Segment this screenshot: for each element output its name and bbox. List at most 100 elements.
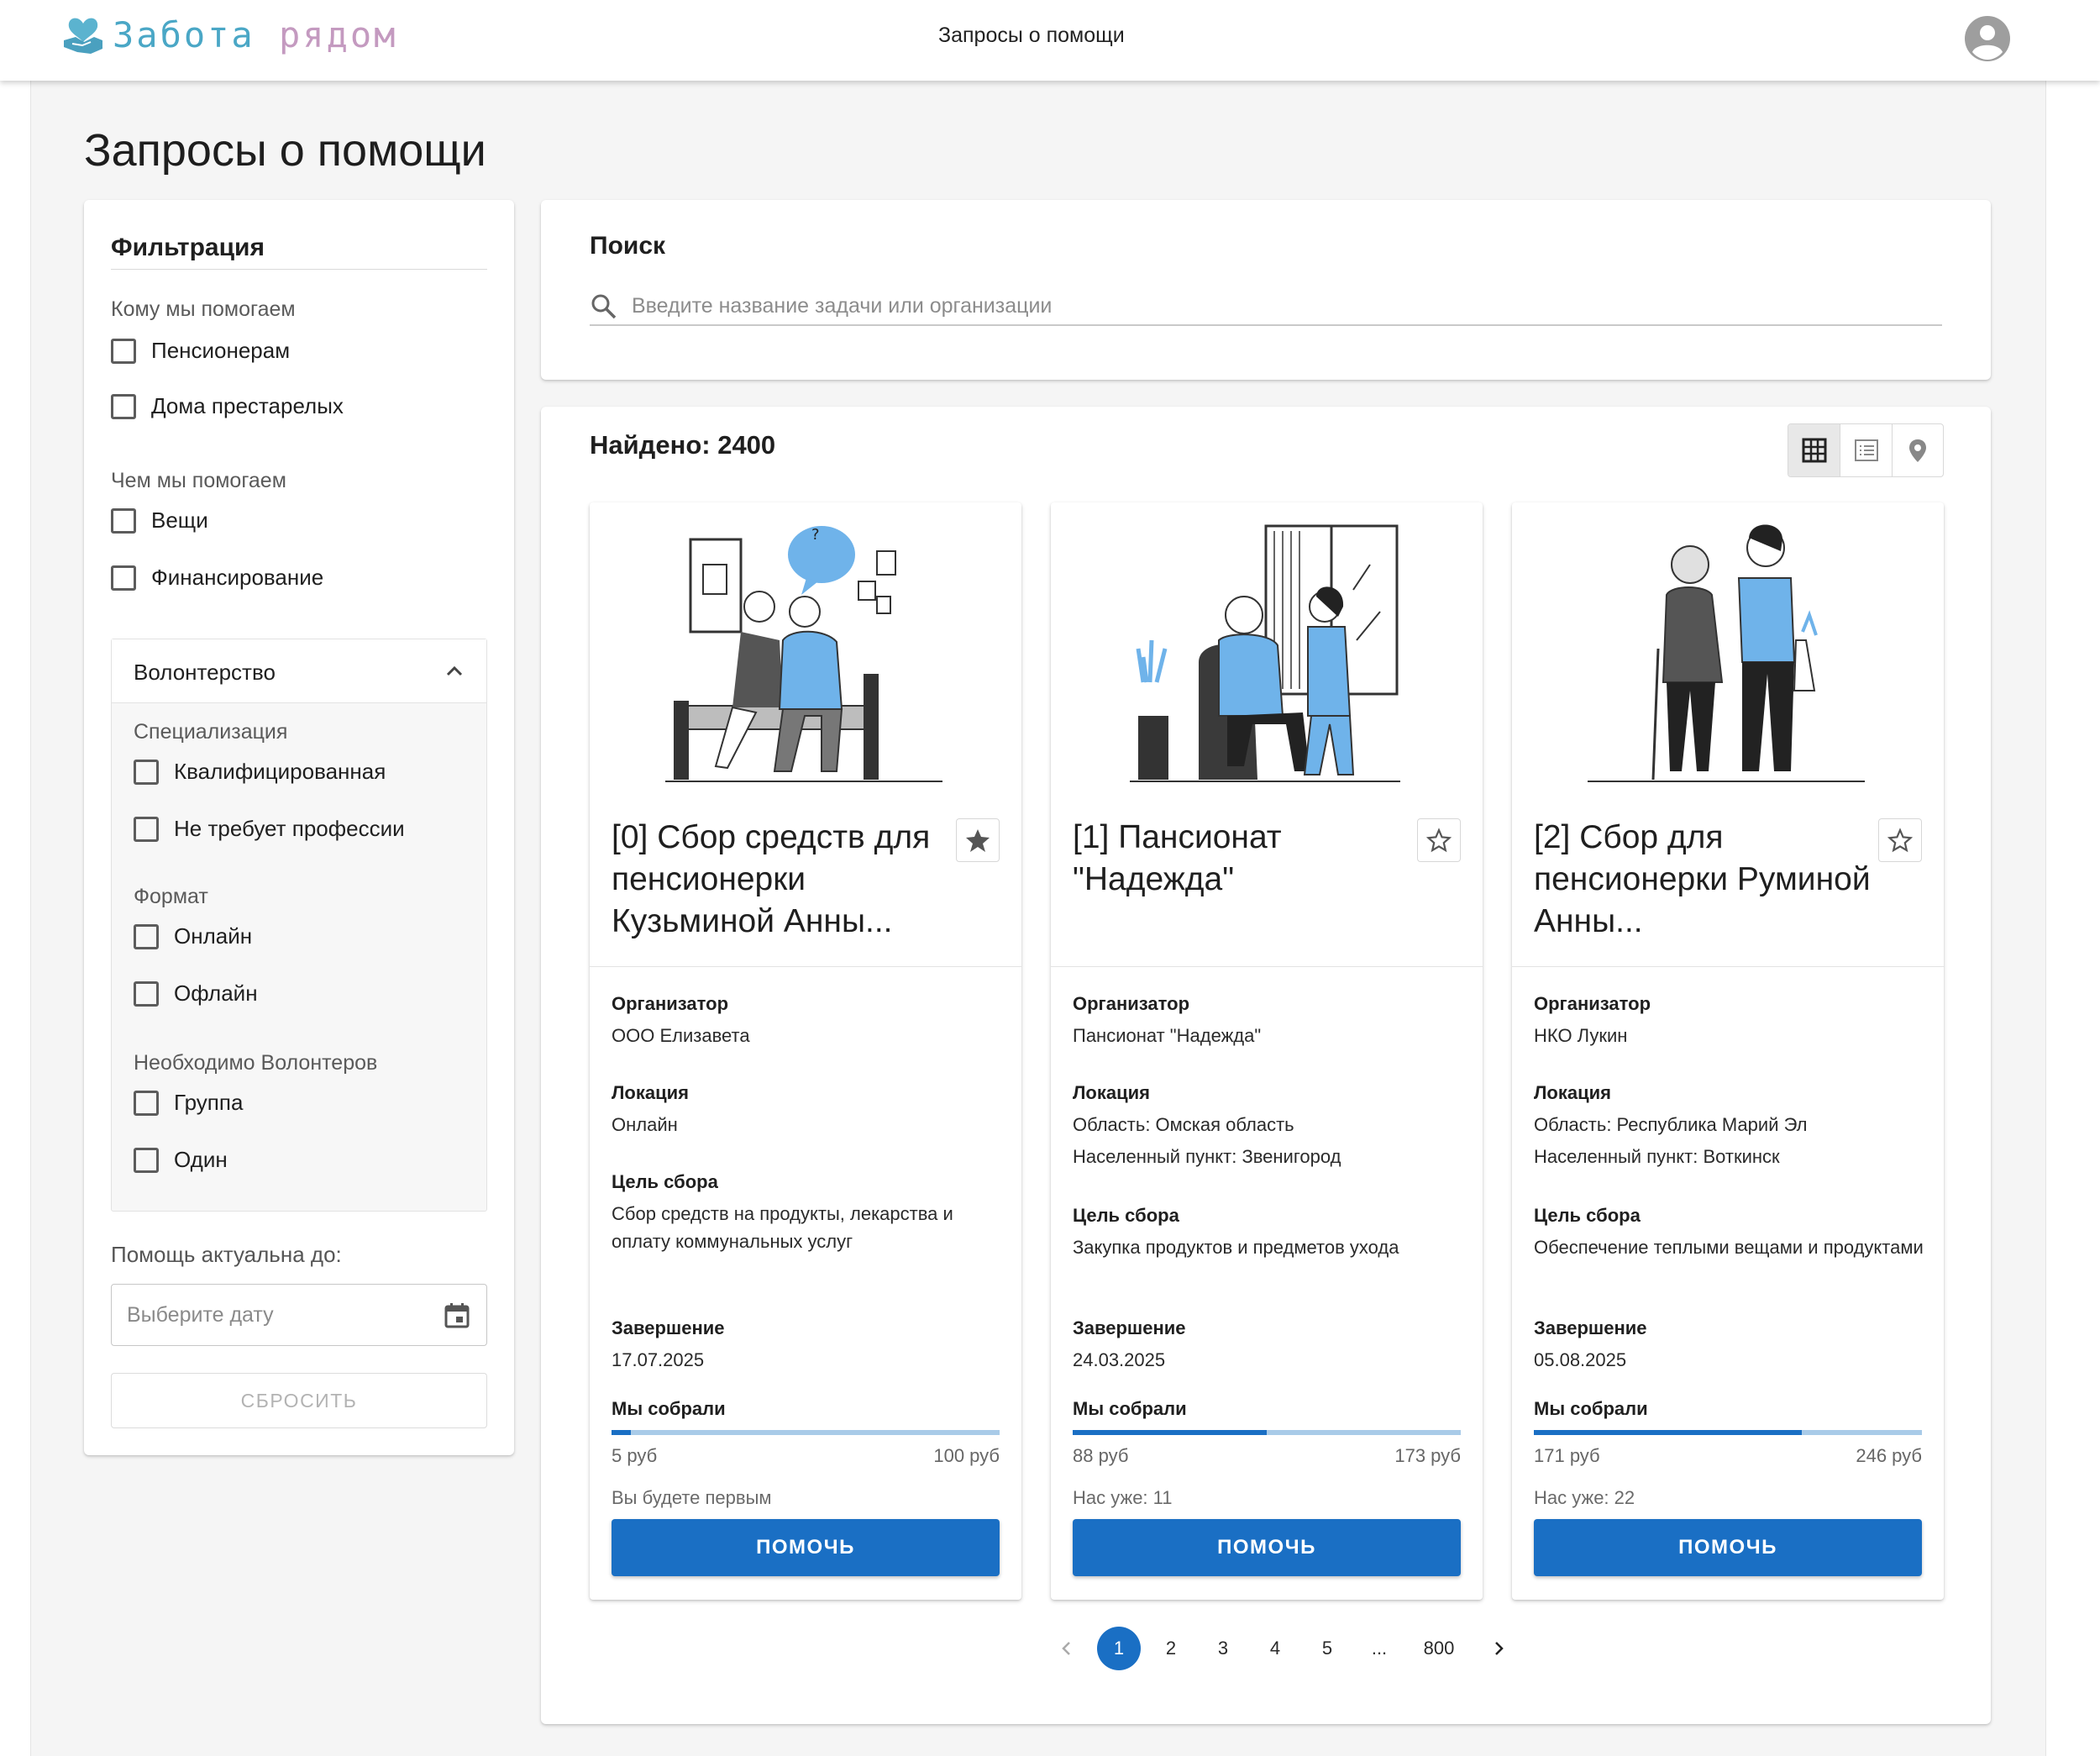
checkbox-box[interactable] bbox=[111, 393, 136, 419]
star-filled-icon bbox=[966, 829, 990, 852]
volunteer-with-elderly-woman-illustration bbox=[1588, 524, 1865, 782]
page-button[interactable]: 5 bbox=[1305, 1627, 1349, 1670]
pagination: 1 2 3 4 5 ... 800 bbox=[1045, 1627, 1520, 1670]
volunteering-accordion: Волонтерство Специализация Квалифицирова… bbox=[111, 639, 487, 1212]
help-button[interactable]: ПОМОЧЬ bbox=[1073, 1519, 1461, 1576]
progress-bar bbox=[612, 1430, 1000, 1435]
checkbox-single[interactable]: Один bbox=[134, 1147, 228, 1173]
checkbox-box[interactable] bbox=[134, 816, 159, 842]
checkbox-box[interactable] bbox=[134, 759, 159, 785]
group-label-what: Чем мы помогаем bbox=[111, 469, 286, 492]
checkbox-group[interactable]: Группа bbox=[134, 1090, 243, 1116]
end-date: 05.08.2025 bbox=[1534, 1349, 1627, 1370]
checkbox-nursing-homes[interactable]: Дома престарелых bbox=[111, 393, 344, 419]
goal-value: Закупка продуктов и предметов ухода bbox=[1073, 1237, 1399, 1258]
chevron-up-icon[interactable] bbox=[443, 660, 466, 683]
search-icon bbox=[591, 294, 617, 319]
filter-panel: Фильтрация Кому мы помогаем Пенсионерам … bbox=[84, 200, 514, 1455]
page-title: Запросы о помощи bbox=[84, 125, 486, 176]
checkbox-offline[interactable]: Офлайн bbox=[134, 981, 258, 1007]
date-placeholder: Выберите дату bbox=[127, 1303, 274, 1327]
view-toggle bbox=[1788, 423, 1944, 477]
checkbox-box[interactable] bbox=[134, 923, 159, 949]
checkbox-things[interactable]: Вещи bbox=[111, 507, 208, 534]
request-card[interactable]: [1] Пансионат "Надежда" Организатор Панс… bbox=[1051, 502, 1483, 1600]
map-view-button[interactable] bbox=[1891, 424, 1943, 476]
checkbox-financing[interactable]: Финансирование bbox=[111, 565, 323, 591]
request-card[interactable]: ? [0] Сбор средств для пенсионерки Кузьм… bbox=[590, 502, 1021, 1600]
page-button[interactable]: 800 bbox=[1410, 1627, 1468, 1670]
favorite-button[interactable] bbox=[1417, 818, 1461, 862]
progress-bar bbox=[1073, 1430, 1461, 1435]
organizer-label: Организатор bbox=[1073, 993, 1190, 1014]
collected-amount: 5 руб bbox=[612, 1445, 658, 1466]
goal-label: Цель сбора bbox=[612, 1171, 718, 1192]
nurse-with-elderly-man-illustration bbox=[1130, 524, 1400, 782]
checkbox-no-profession[interactable]: Не требует профессии bbox=[134, 816, 405, 842]
end-label: Завершение bbox=[1073, 1317, 1186, 1338]
checkbox-box[interactable] bbox=[111, 338, 136, 364]
goal-value: Сбор средств на продукты, лекарства и оп… bbox=[612, 1203, 953, 1252]
checkbox-qualified[interactable]: Квалифицированная bbox=[134, 759, 386, 785]
organizer-value: НКО Лукин bbox=[1534, 1025, 1628, 1046]
favorite-button[interactable] bbox=[956, 818, 1000, 862]
nav-title[interactable]: Запросы о помощи bbox=[938, 24, 1125, 48]
location-line-2: Населенный пункт: Звенигород bbox=[1073, 1146, 1341, 1167]
checkbox-box[interactable] bbox=[134, 981, 159, 1007]
location-line-2: Населенный пункт: Воткинск bbox=[1534, 1146, 1780, 1167]
goal-label: Цель сбора bbox=[1534, 1205, 1641, 1226]
checkbox-box[interactable] bbox=[111, 565, 136, 591]
page-button[interactable]: 4 bbox=[1253, 1627, 1297, 1670]
heart-hands-icon bbox=[64, 18, 102, 54]
user-avatar-icon[interactable] bbox=[1964, 15, 2011, 62]
target-amount: 246 руб bbox=[1856, 1445, 1922, 1466]
checkbox-box[interactable] bbox=[111, 507, 136, 534]
grid-icon bbox=[1802, 438, 1827, 463]
checkbox-box[interactable] bbox=[134, 1147, 159, 1173]
favorite-button[interactable] bbox=[1878, 818, 1922, 862]
svg-text:?: ? bbox=[811, 526, 820, 544]
page-button[interactable]: 3 bbox=[1201, 1627, 1245, 1670]
chevron-right-icon bbox=[1495, 1642, 1504, 1655]
checkbox-box[interactable] bbox=[134, 1090, 159, 1116]
location-label: Локация bbox=[1073, 1082, 1151, 1103]
calendar-icon[interactable] bbox=[443, 1301, 471, 1330]
end-label: Завершение bbox=[612, 1317, 725, 1338]
organizer-value: Пансионат "Надежда" bbox=[1073, 1025, 1262, 1046]
date-picker-input[interactable]: Выберите дату bbox=[111, 1284, 487, 1346]
pagination-ellipsis: ... bbox=[1371, 1638, 1388, 1659]
donors-note: Вы будете первым bbox=[612, 1487, 772, 1508]
card-title[interactable]: [1] Пансионат "Надежда" bbox=[1073, 817, 1417, 901]
progress-fill bbox=[1073, 1430, 1267, 1435]
elderly-couple-illustration: ? bbox=[665, 526, 942, 782]
collected-amount: 171 руб bbox=[1534, 1445, 1600, 1466]
search-input[interactable]: Введите название задачи или организации bbox=[590, 289, 1942, 326]
organizer-label: Организатор bbox=[612, 993, 729, 1014]
list-view-button[interactable] bbox=[1840, 424, 1891, 476]
brand-logo[interactable]: Забота рядом bbox=[60, 12, 397, 57]
reset-button[interactable]: СБРОСИТЬ bbox=[111, 1373, 487, 1428]
organizer-label: Организатор bbox=[1534, 993, 1651, 1014]
location-line-1: Онлайн bbox=[612, 1114, 678, 1135]
list-icon bbox=[1854, 439, 1878, 461]
volunteering-accordion-header[interactable]: Волонтерство bbox=[112, 639, 486, 703]
checkbox-online[interactable]: Онлайн bbox=[134, 923, 252, 949]
request-card[interactable]: [2] Сбор для пенсионерки Руминой Анны...… bbox=[1512, 502, 1944, 1600]
collected-amount: 88 руб bbox=[1073, 1445, 1129, 1466]
group-label-who: Кому мы помогаем bbox=[111, 297, 296, 321]
checkbox-pensioners[interactable]: Пенсионерам bbox=[111, 338, 290, 364]
help-button[interactable]: ПОМОЧЬ bbox=[1534, 1519, 1922, 1576]
group-label-format: Формат bbox=[134, 885, 208, 908]
page-button[interactable]: 2 bbox=[1149, 1627, 1193, 1670]
card-title[interactable]: [0] Сбор средств для пенсионерки Кузьмин… bbox=[612, 817, 956, 943]
help-button[interactable]: ПОМОЧЬ bbox=[612, 1519, 1000, 1576]
grid-view-button[interactable] bbox=[1788, 424, 1840, 476]
group-label-specialization: Специализация bbox=[134, 720, 288, 744]
location-line-1: Область: Республика Марий Эл bbox=[1534, 1114, 1808, 1135]
target-amount: 173 руб bbox=[1394, 1445, 1461, 1466]
chevron-left-icon bbox=[1062, 1642, 1070, 1655]
page-button[interactable]: 1 bbox=[1097, 1627, 1141, 1670]
prev-page-button[interactable] bbox=[1045, 1627, 1089, 1670]
card-title[interactable]: [2] Сбор для пенсионерки Руминой Анны... bbox=[1534, 817, 1878, 943]
next-page-button[interactable] bbox=[1477, 1627, 1520, 1670]
